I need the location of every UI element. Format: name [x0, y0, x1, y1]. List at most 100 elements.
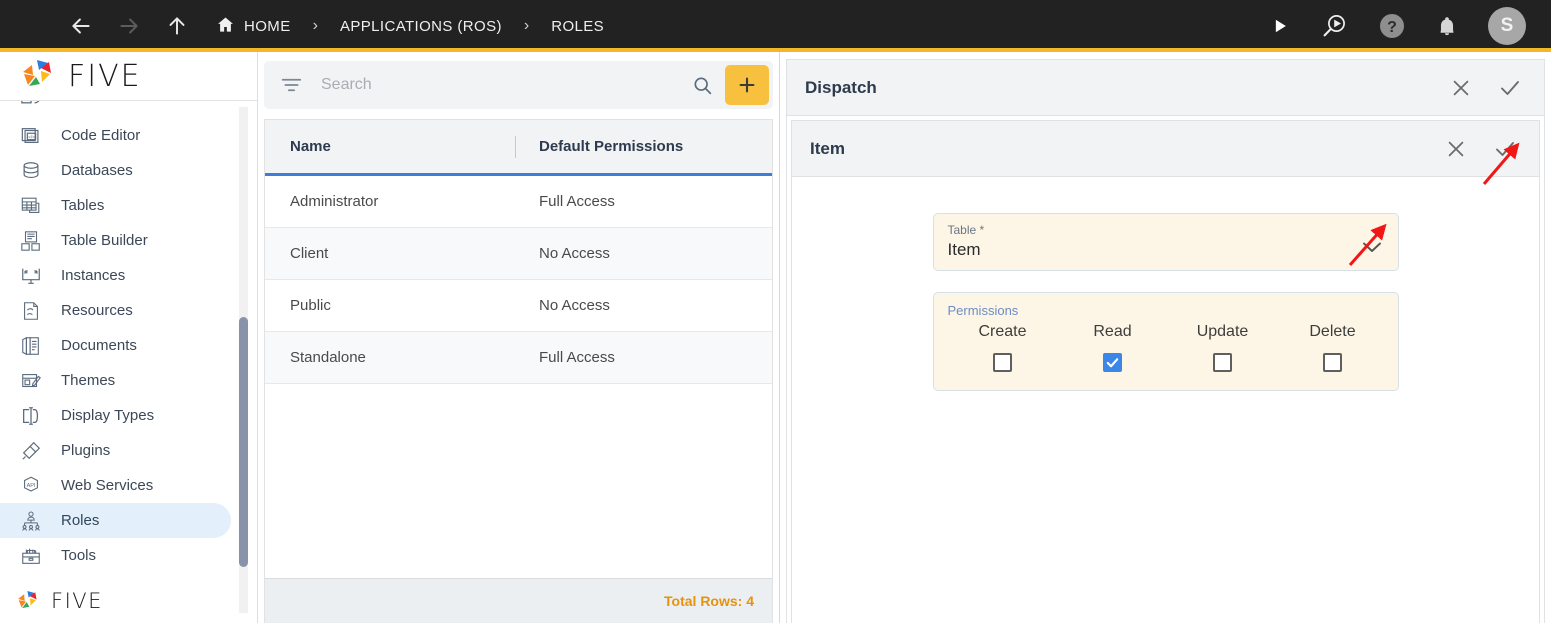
delete-checkbox[interactable]	[1323, 353, 1342, 372]
five-logo-mark-icon	[23, 60, 51, 86]
sidebar-item-code-editor[interactable]: </> Code Editor	[0, 118, 231, 153]
breadcrumb-label-home: HOME	[244, 17, 291, 35]
sidebar-item-themes[interactable]: Themes	[0, 363, 231, 398]
resources-icon	[16, 298, 46, 324]
sidebar-item-label: Instances	[61, 267, 126, 284]
svg-text:?: ?	[1387, 19, 1397, 36]
checkmark-icon	[1106, 358, 1119, 368]
read-checkbox[interactable]	[1103, 353, 1122, 372]
cell-name: Public	[290, 297, 331, 314]
permission-update: Update	[1168, 323, 1278, 372]
sidebar-item-tools[interactable]: Tools	[0, 538, 231, 573]
application-window: HOME › APPLICATIONS (ROS) › ROLES ? S FI…	[0, 0, 1551, 623]
sidebar-item-label: Web Services	[61, 477, 154, 494]
sidebar-item-roles[interactable]: Roles	[0, 503, 231, 538]
hamburger-menu-icon[interactable]	[22, 17, 46, 35]
add-record-button[interactable]	[725, 65, 769, 105]
create-checkbox[interactable]	[993, 353, 1012, 372]
sidebar-logo[interactable]: FIVE	[0, 52, 257, 101]
search-bar	[264, 61, 773, 109]
table-row[interactable]: Public No Access	[265, 280, 772, 332]
avatar[interactable]: S	[1488, 7, 1526, 45]
avatar-initial: S	[1500, 15, 1514, 36]
permissions-legend: Permissions	[947, 303, 1019, 318]
breadcrumb-item-roles[interactable]: ROLES	[551, 18, 604, 35]
top-navigation-bar: HOME › APPLICATIONS (ROS) › ROLES ? S	[0, 0, 1551, 52]
sidebar-item-tables[interactable]: Tables	[0, 188, 231, 223]
item-header: Item	[792, 121, 1539, 177]
table-header-row: Name Default Permissions	[265, 120, 772, 176]
scrollbar-thumb[interactable]	[239, 317, 248, 567]
cell-name: Administrator	[290, 193, 379, 210]
filter-icon[interactable]	[278, 75, 304, 95]
table-select-field[interactable]: Table * Item	[932, 213, 1399, 271]
forward-arrow-icon[interactable]	[116, 13, 142, 39]
sidebar: FIVE </> Code Editor Databases Tables Ta…	[0, 52, 258, 623]
dispatch-title: Dispatch	[805, 77, 877, 97]
search-input[interactable]	[304, 76, 685, 94]
sidebar-item-label: Documents	[61, 337, 137, 354]
cell-name: Standalone	[290, 349, 366, 366]
table-field-label: Table *	[947, 223, 985, 237]
dispatch-close-x-icon[interactable]	[1450, 77, 1472, 99]
sidebar-item-display-types[interactable]: Display Types	[0, 398, 231, 433]
plugins-icon	[16, 438, 46, 464]
dispatch-confirm-checkmark-icon[interactable]	[1498, 76, 1522, 100]
sidebar-item-web-services[interactable]: API Web Services	[0, 468, 231, 503]
breadcrumb-item-applications[interactable]: APPLICATIONS (ROS)	[340, 18, 502, 35]
sidebar-item-label: Roles	[61, 512, 100, 529]
preview-run-icon[interactable]	[1320, 12, 1348, 40]
search-icon[interactable]	[685, 75, 719, 96]
item-close-x-icon[interactable]	[1445, 138, 1467, 160]
sidebar-item-label: Plugins	[61, 442, 111, 459]
sidebar-item-table-builder[interactable]: Table Builder	[0, 223, 231, 258]
sidebar-item-partial[interactable]	[0, 101, 257, 118]
breadcrumb-item-home[interactable]: HOME	[216, 15, 291, 38]
roles-icon	[16, 508, 46, 534]
cell-name: Client	[290, 245, 329, 262]
cell-permissions: No Access	[539, 245, 610, 262]
table-row[interactable]: Administrator Full Access	[265, 176, 772, 228]
dispatch-card: Dispatch Item Table * Item Permissions C…	[786, 59, 1545, 623]
themes-icon	[16, 368, 46, 394]
display-types-icon	[16, 403, 46, 429]
roles-list-panel: Name Default Permissions Administrator F…	[258, 52, 780, 623]
database-icon	[16, 158, 46, 184]
sidebar-item-label: Tables	[61, 197, 105, 214]
table-footer: Total Rows: 4	[265, 578, 772, 623]
permission-delete: Delete	[1278, 323, 1388, 372]
column-header-name[interactable]: Name	[265, 138, 515, 155]
help-icon[interactable]: ?	[1378, 12, 1406, 40]
sidebar-scrollbar[interactable]	[239, 107, 248, 613]
table-icon	[16, 193, 46, 219]
column-header-default-permissions[interactable]: Default Permissions	[516, 138, 772, 155]
documents-icon	[16, 333, 46, 359]
update-checkbox[interactable]	[1213, 353, 1232, 372]
sidebar-item-label: Display Types	[61, 407, 155, 424]
sidebar-item-databases[interactable]: Databases	[0, 153, 231, 188]
up-arrow-icon[interactable]	[164, 13, 190, 39]
sidebar-item-resources[interactable]: Resources	[0, 293, 231, 328]
permission-create: Create	[948, 323, 1058, 372]
sidebar-item-instances[interactable]: Instances	[0, 258, 231, 293]
sidebar-item-label: Resources	[61, 302, 133, 319]
item-card: Item Table * Item Permissions Create Rea…	[791, 120, 1540, 623]
sidebar-item-plugins[interactable]: Plugins	[0, 433, 231, 468]
topbar-actions: ? S	[1270, 7, 1551, 45]
notifications-bell-icon[interactable]	[1436, 15, 1458, 37]
partial-cut-icon	[16, 101, 46, 114]
item-confirm-checkmark-icon[interactable]	[1493, 137, 1517, 161]
table-field-value: Item	[947, 240, 981, 259]
instances-icon	[16, 263, 46, 289]
table-body: Administrator Full Access Client No Acce…	[265, 176, 772, 578]
back-arrow-icon[interactable]	[68, 13, 94, 39]
table-row[interactable]: Standalone Full Access	[265, 332, 772, 384]
chevron-down-icon[interactable]	[1362, 241, 1382, 259]
table-row[interactable]: Client No Access	[265, 228, 772, 280]
home-icon	[216, 15, 235, 38]
sidebar-footer-logo: FIVE	[0, 579, 257, 623]
permission-label: Delete	[1309, 323, 1356, 340]
run-icon[interactable]	[1270, 16, 1290, 36]
total-rows-label: Total Rows: 4	[664, 593, 754, 609]
sidebar-item-documents[interactable]: Documents	[0, 328, 231, 363]
